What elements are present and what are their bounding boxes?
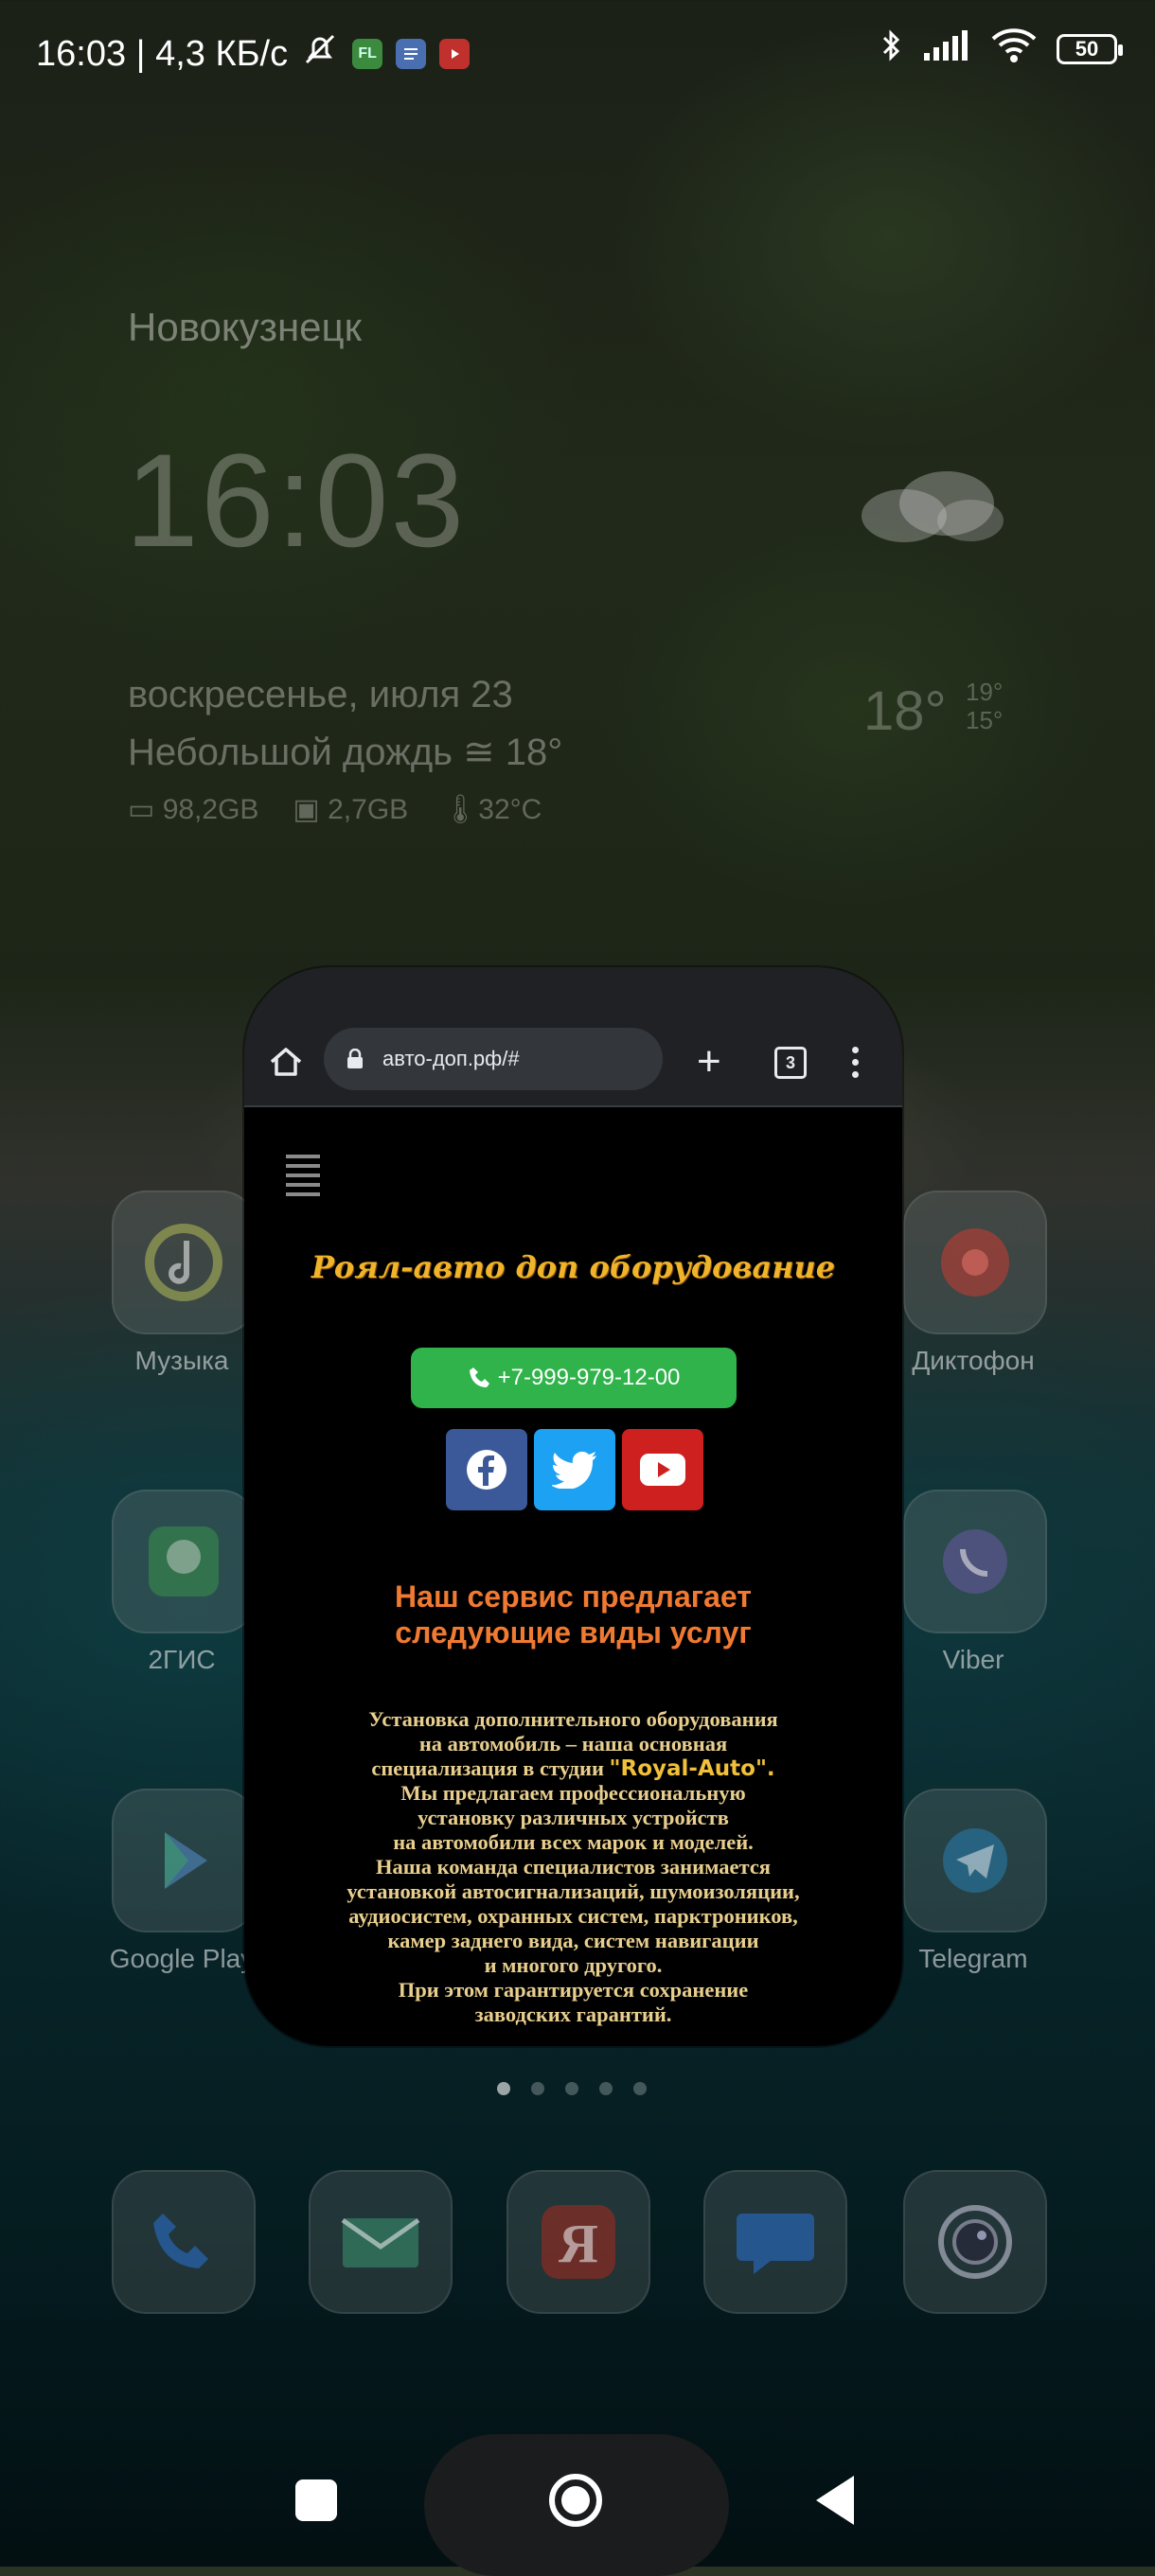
telegram-app-icon[interactable]	[903, 1789, 1047, 1932]
address-bar[interactable]: авто-доп.рф/#	[324, 1028, 663, 1090]
widget-weather: Небольшой дождь ≅ 18°	[128, 732, 563, 773]
2gis-app-icon[interactable]	[112, 1490, 256, 1633]
services-heading-line: следующие виды услуг	[395, 1615, 752, 1650]
ram-stat: ▣ 2,7GB	[293, 793, 408, 826]
page-indicator	[497, 2082, 647, 2095]
back-button[interactable]	[816, 2476, 854, 2525]
services-heading: Наш сервис предлагает следующие виды усл…	[244, 1579, 902, 1650]
viber-app-icon[interactable]	[903, 1490, 1047, 1633]
description-line: Мы предлагаем профессиональную	[400, 1781, 746, 1805]
home-icon[interactable]	[267, 1043, 305, 1081]
hamburger-menu-icon[interactable]	[286, 1155, 320, 1196]
recents-button[interactable]	[295, 2479, 337, 2521]
widget-high-low: 19° 15°	[966, 678, 1003, 734]
fl-app-icon: FL	[352, 39, 383, 69]
bluetooth-icon	[880, 26, 903, 72]
browser-toolbar: авто-доп.рф/# + 3	[244, 967, 902, 1107]
widget-clock[interactable]: 16:03	[125, 424, 466, 577]
widget-city[interactable]: Новокузнецк	[128, 305, 362, 350]
signal-icon	[922, 28, 971, 70]
google-play-app-icon[interactable]	[112, 1789, 256, 1932]
description-line: на автомобиль – наша основная	[418, 1732, 728, 1756]
page-dot[interactable]	[531, 2082, 544, 2095]
recorder-app-icon[interactable]	[903, 1191, 1047, 1334]
svg-text:Я: Я	[559, 2213, 598, 2274]
page-dot[interactable]	[633, 2082, 647, 2095]
phone-call-button[interactable]: +7-999-979-12-00	[411, 1348, 737, 1408]
notes-app-icon	[396, 39, 427, 69]
lock-icon[interactable]	[345, 1049, 365, 1069]
battery-icon: 50	[1057, 34, 1123, 64]
description-line: Установка дополнительного оборудования	[368, 1707, 778, 1731]
wifi-icon	[990, 27, 1038, 71]
description-line: установку различных устройств	[418, 1806, 729, 1829]
storage-value: 98,2GB	[162, 794, 259, 825]
ram-value: 2,7GB	[328, 794, 409, 825]
youtube-icon	[640, 1454, 685, 1486]
chip-icon: ▣	[293, 794, 329, 825]
tab-switcher-button[interactable]: 3	[774, 1047, 807, 1079]
dock-camera-app[interactable]	[903, 2170, 1047, 2314]
status-left: 16:03 | 4,3 КБ/с FL	[36, 30, 471, 78]
youtube-app-icon	[439, 39, 471, 69]
phone-icon	[469, 1367, 489, 1387]
temp-stat: 🌡︎32°C	[442, 793, 542, 826]
phone-icon	[153, 2214, 208, 2268]
dock-yandex-app[interactable]: Я	[506, 2170, 650, 2314]
description-line: камер заднего вида, систем навигации	[387, 1929, 759, 1952]
home-button[interactable]	[549, 2474, 602, 2527]
widget-current-temp: 18°	[863, 680, 947, 742]
thermometer-icon: 🌡︎	[442, 794, 479, 825]
description-line: При этом гарантируется сохранение	[398, 1978, 749, 2002]
description-line: заводских гарантий.	[474, 2003, 672, 2026]
widget-stats: ▭ 98,2GB ▣ 2,7GB 🌡︎32°C	[128, 793, 542, 826]
widget-date: воскресенье, июля 23	[128, 674, 513, 715]
camera-icon	[938, 2205, 1012, 2279]
phone-number: +7-999-979-12-00	[497, 1365, 681, 1390]
storage-stat: ▭ 98,2GB	[128, 793, 258, 826]
status-bar: 16:03 | 4,3 КБ/с FL 50	[0, 0, 1155, 104]
twitter-button[interactable]	[534, 1429, 615, 1510]
messages-icon	[737, 2214, 814, 2274]
description-line: установкой автосигнализаций, шумоизоляци…	[346, 1879, 800, 1903]
services-description: Установка дополнительного оборудования н…	[282, 1707, 864, 2027]
site-title: Роял-авто доп оборудование	[311, 1249, 836, 1285]
mute-icon	[301, 30, 339, 78]
url-text[interactable]: авто-доп.рф/#	[382, 1047, 520, 1071]
facebook-button[interactable]	[446, 1429, 527, 1510]
description-line: на автомобили всех марок и моделей.	[393, 1830, 754, 1854]
widget-low: 15°	[966, 706, 1004, 734]
description-line: специализация в студии "Royal-Auto".	[282, 1756, 864, 1781]
page-dot[interactable]	[497, 2082, 510, 2095]
more-menu-icon[interactable]	[850, 1047, 860, 1078]
description-text: специализация в студии	[371, 1756, 604, 1780]
status-right: 50	[880, 26, 1123, 72]
status-time: 16:03 | 4,3 КБ/с	[36, 33, 289, 74]
brand-name: "Royal-Auto".	[609, 1756, 775, 1781]
mail-icon	[341, 2217, 420, 2267]
cloud-icon	[862, 471, 1004, 542]
page-dot[interactable]	[565, 2082, 578, 2095]
storage-icon: ▭	[128, 794, 163, 825]
dock-phone-app[interactable]	[112, 2170, 256, 2314]
floating-browser-window[interactable]: авто-доп.рф/# + 3 Роял-авто доп оборудов…	[244, 967, 902, 2046]
description-line: и многого другого.	[484, 1953, 663, 1977]
page-dot[interactable]	[599, 2082, 613, 2095]
temp-value: 32°C	[478, 794, 542, 825]
twitter-icon	[552, 1451, 596, 1489]
music-app-icon[interactable]	[112, 1191, 256, 1334]
facebook-icon	[467, 1450, 506, 1490]
youtube-button[interactable]	[622, 1429, 703, 1510]
new-tab-icon[interactable]: +	[697, 1041, 721, 1083]
yandex-icon: Я	[542, 2205, 615, 2279]
dock-mail-app[interactable]	[309, 2170, 453, 2314]
description-line: Наша команда специалистов занимается	[376, 1855, 771, 1879]
dock-messages-app[interactable]	[703, 2170, 847, 2314]
services-heading-line: Наш сервис предлагает	[395, 1579, 752, 1614]
widget-high: 19°	[966, 678, 1004, 706]
description-line: аудиосистем, охранных систем, парктроник…	[348, 1904, 798, 1928]
